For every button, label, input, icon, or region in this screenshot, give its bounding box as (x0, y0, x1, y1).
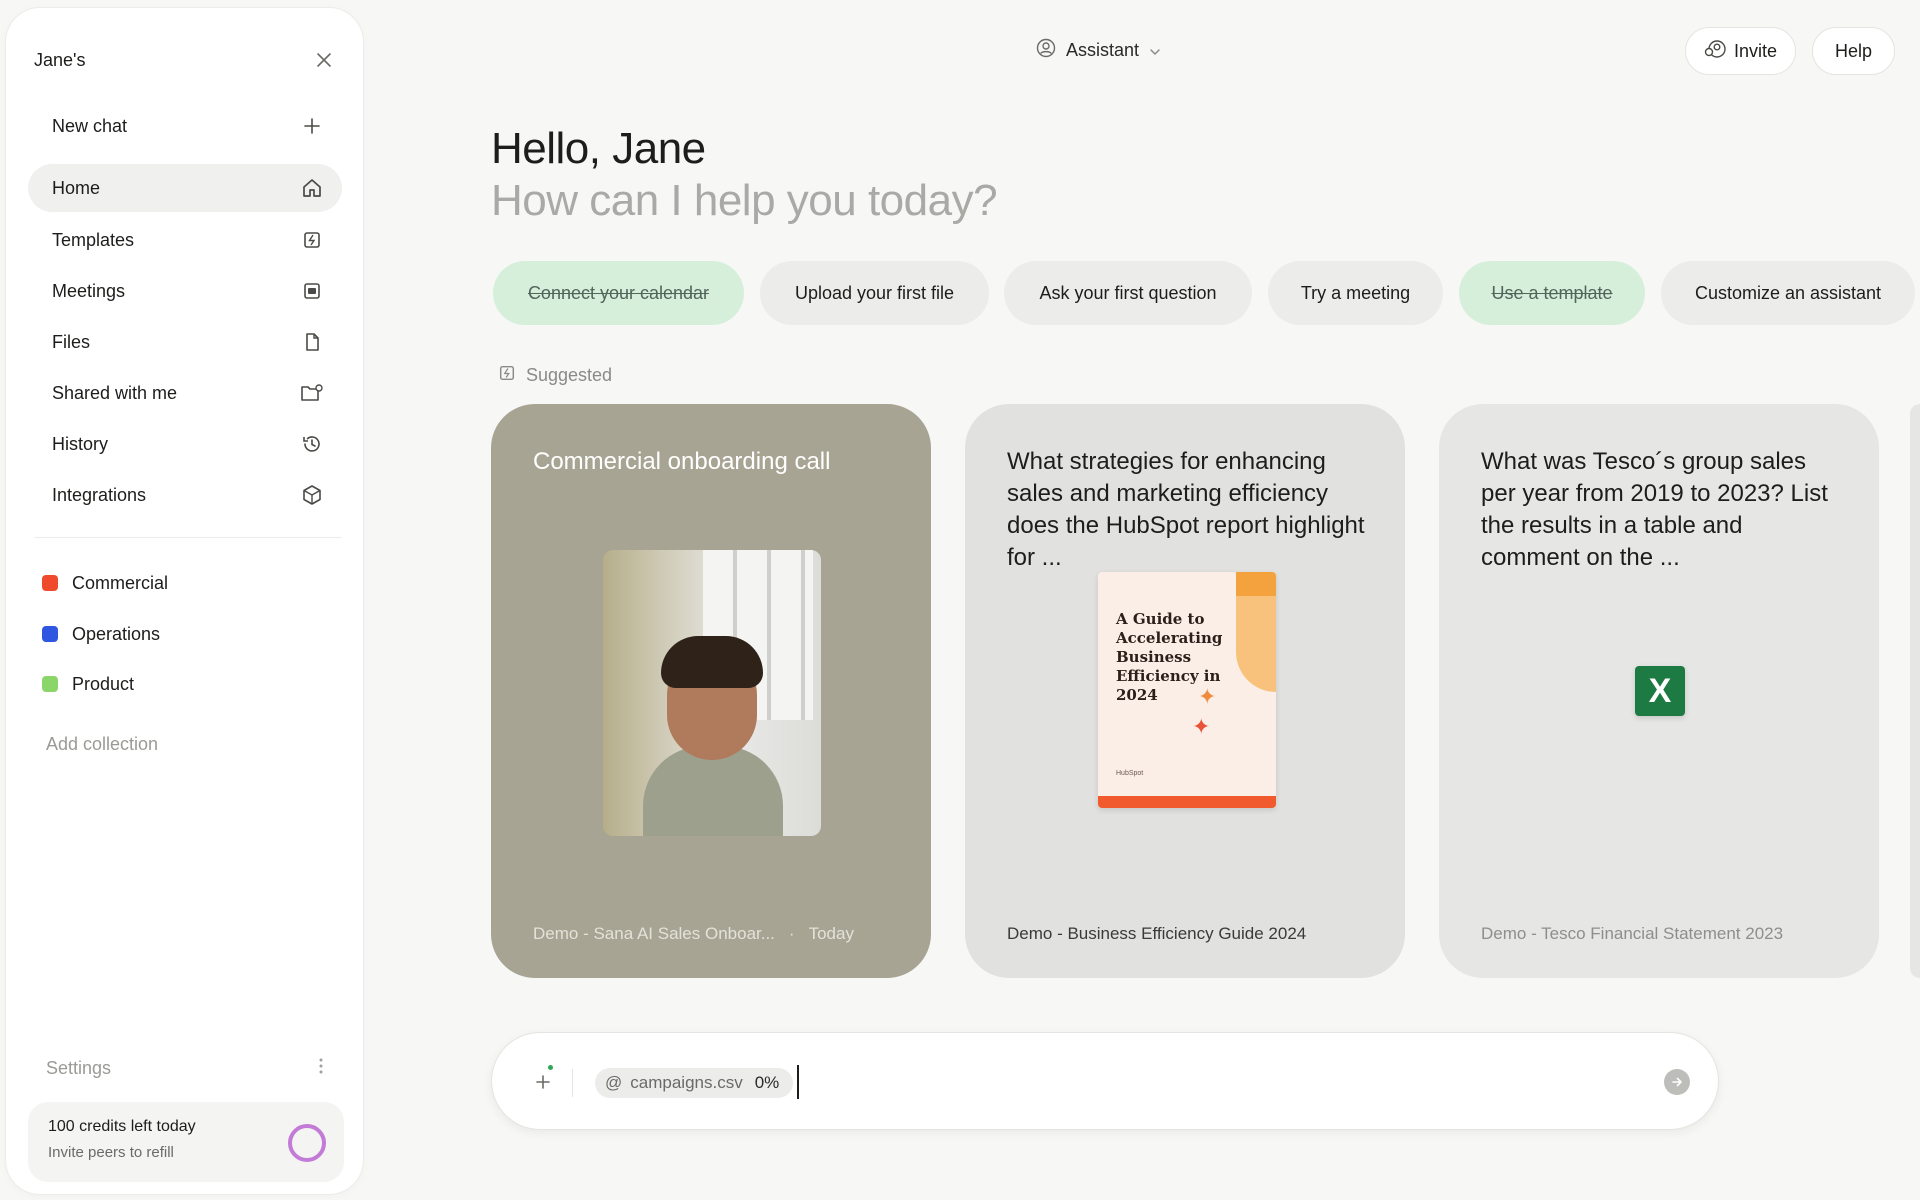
settings-label: Settings (46, 1057, 112, 1078)
chip-ask-question[interactable]: Ask your first question (1004, 261, 1252, 325)
status-dot (548, 1065, 553, 1070)
doc-footer-bar (1098, 796, 1276, 808)
suggested-header: Suggested (498, 362, 612, 388)
more-vertical-icon[interactable] (319, 1058, 323, 1079)
sidebar-item-meetings[interactable]: Meetings (28, 267, 342, 315)
chevron-down-icon (1149, 40, 1161, 61)
chip-try-meeting[interactable]: Try a meeting (1268, 261, 1443, 325)
card-source: Demo - Business Efficiency Guide 2024 (1007, 924, 1307, 943)
invite-button[interactable]: Invite (1685, 27, 1796, 75)
suggestion-card-hubspot[interactable]: What strategies for enhancing sales and … (965, 404, 1405, 978)
card-source: Demo - Tesco Financial Statement 2023 (1481, 924, 1784, 943)
file-icon (300, 330, 324, 354)
new-chat-label: New chat (52, 115, 128, 136)
workspace-name: Jane's (34, 49, 86, 70)
sidebar: Jane's New chat Home Templates Meetings … (6, 8, 363, 1194)
assistant-avatar-icon (1036, 38, 1056, 63)
sidebar-item-label: Integrations (52, 484, 147, 505)
credits-subtitle: Invite peers to refill (48, 1144, 174, 1161)
collection-color-dot (42, 575, 58, 591)
cube-icon (300, 483, 324, 507)
users-icon (1704, 39, 1726, 64)
at-icon: @ (605, 1073, 623, 1092)
sidebar-item-label: Templates (52, 229, 135, 250)
new-chat-button[interactable]: New chat (28, 102, 342, 150)
meeting-video-thumbnail (603, 550, 821, 836)
template-icon (300, 228, 324, 252)
pdf-document-thumbnail: A Guide to Accelerating Business Efficie… (1098, 572, 1276, 808)
sidebar-item-label: Meetings (52, 280, 126, 301)
plus-icon (300, 114, 324, 138)
card-source: Demo - Sana AI Sales Onboar... (533, 924, 775, 943)
add-collection-button[interactable]: Add collection (46, 726, 158, 762)
sparkle-icon: ✦ (1192, 714, 1211, 739)
next-card-peek[interactable] (1910, 404, 1920, 978)
attachment-name: campaigns.csv (630, 1073, 743, 1092)
assistant-selector[interactable]: Assistant (1036, 34, 1161, 66)
sidebar-item-history[interactable]: History (28, 420, 342, 468)
collection-commercial[interactable]: Commercial (42, 563, 168, 603)
sidebar-item-label: Shared with me (52, 382, 178, 403)
sidebar-item-integrations[interactable]: Integrations (28, 471, 342, 519)
card-title: What was Tesco´s group sales per year fr… (1481, 448, 1828, 571)
sidebar-item-home[interactable]: Home (28, 164, 342, 212)
sparkle-icon: ✦ (1198, 684, 1217, 709)
workspace-header: Jane's (34, 42, 339, 78)
collection-label: Operations (72, 623, 161, 644)
upload-progress: 0% (754, 1073, 780, 1092)
collection-color-dot (42, 626, 58, 642)
attachment-chip[interactable]: @ campaigns.csv 0% (595, 1068, 794, 1098)
sidebar-item-shared-with-me[interactable]: Shared with me (28, 369, 342, 417)
suggestion-card-meeting[interactable]: Commercial onboarding call Demo - Sana A… (491, 404, 931, 978)
credits-ring-icon (288, 1124, 326, 1162)
collection-color-dot (42, 676, 58, 692)
card-footer: Demo - Business Efficiency Guide 2024 (1007, 924, 1375, 944)
sidebar-item-files[interactable]: Files (28, 318, 342, 366)
settings-button[interactable]: Settings (46, 1050, 323, 1086)
home-icon (300, 176, 324, 200)
collection-label: Commercial (72, 572, 169, 593)
send-button[interactable] (1664, 1069, 1690, 1095)
greeting-title: Hello, Jane (491, 124, 706, 173)
add-attachment-button[interactable] (528, 1067, 558, 1097)
person-hair (661, 636, 763, 688)
collection-label: Product (72, 673, 135, 694)
separator-dot: · (788, 924, 795, 943)
card-footer: Demo - Tesco Financial Statement 2023 (1481, 924, 1849, 944)
suggested-label: Suggested (526, 364, 613, 385)
credits-panel[interactable]: 100 credits left today Invite peers to r… (28, 1102, 344, 1182)
sidebar-item-label: Home (52, 177, 101, 198)
card-title: Commercial onboarding call (533, 448, 831, 475)
shared-folder-icon (300, 381, 324, 405)
suggestion-card-tesco[interactable]: What was Tesco´s group sales per year fr… (1439, 404, 1879, 978)
doc-brand: HubSpot (1116, 770, 1144, 777)
assistant-label: Assistant (1066, 39, 1140, 60)
chip-use-template[interactable]: Use a template (1459, 261, 1645, 325)
sidebar-divider (34, 537, 342, 538)
greeting-subtitle: How can I help you today? (491, 176, 998, 225)
chip-connect-calendar[interactable]: Connect your calendar (493, 261, 744, 325)
card-date: Today (808, 924, 854, 943)
sidebar-item-templates[interactable]: Templates (28, 216, 342, 264)
collection-product[interactable]: Product (42, 664, 134, 704)
credits-title: 100 credits left today (48, 1118, 196, 1135)
help-button[interactable]: Help (1812, 27, 1895, 75)
chip-customize-assistant[interactable]: Customize an assistant (1661, 261, 1915, 325)
close-icon[interactable] (309, 45, 339, 75)
invite-label: Invite (1733, 40, 1778, 61)
collection-operations[interactable]: Operations (42, 614, 160, 654)
doc-decoration (1236, 572, 1276, 596)
history-icon (300, 432, 324, 456)
sidebar-item-label: Files (52, 331, 91, 352)
template-icon (498, 364, 516, 387)
video-icon (300, 279, 324, 303)
chip-upload-file[interactable]: Upload your first file (760, 261, 989, 325)
text-caret (797, 1065, 799, 1099)
card-title: What strategies for enhancing sales and … (1007, 448, 1365, 571)
excel-file-icon: X (1635, 666, 1685, 716)
composer-separator (572, 1069, 573, 1097)
chat-composer[interactable]: @ campaigns.csv 0% (491, 1032, 1719, 1130)
card-footer: Demo - Sana AI Sales Onboar... · Today (533, 924, 901, 944)
sidebar-item-label: History (52, 433, 109, 454)
